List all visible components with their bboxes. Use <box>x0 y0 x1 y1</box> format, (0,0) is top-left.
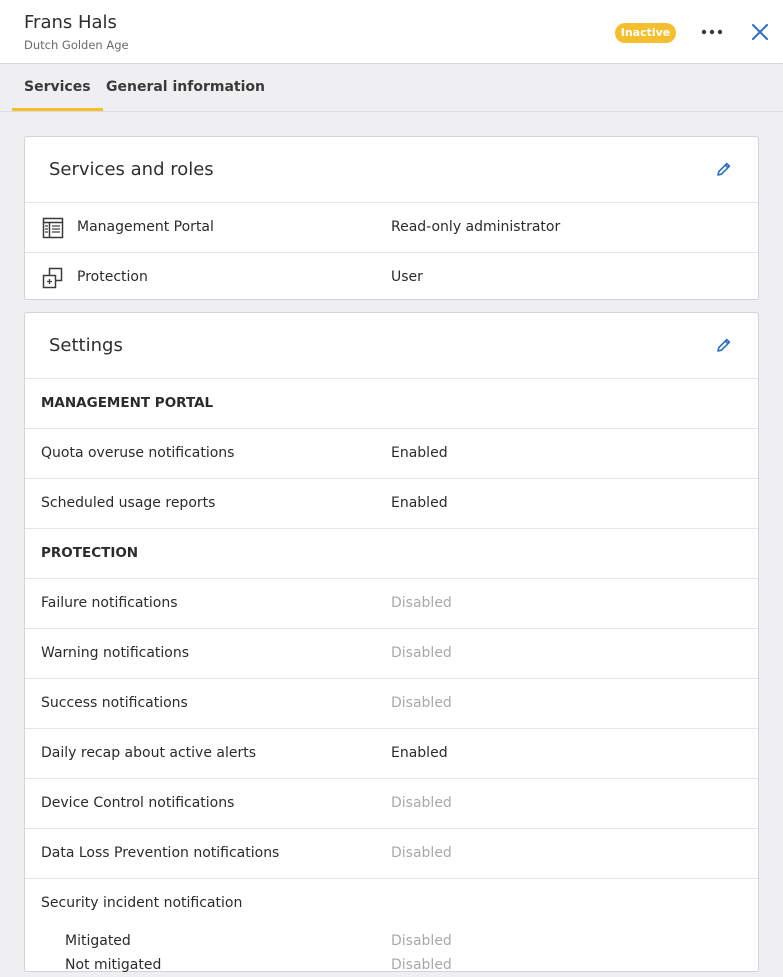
setting-label: Data Loss Prevention notifications <box>41 845 280 861</box>
card-title: Services and roles <box>49 159 214 180</box>
service-row-protection: Protection User <box>25 253 758 302</box>
setting-label: Scheduled usage reports <box>41 495 216 511</box>
tab-general-information[interactable]: General information <box>106 64 265 111</box>
user-name: Frans Hals <box>24 12 117 33</box>
setting-row: Scheduled usage reports Enabled <box>25 479 758 529</box>
setting-row: Data Loss Prevention notifications Disab… <box>25 829 758 879</box>
setting-value: Disabled <box>391 845 452 861</box>
setting-value: Enabled <box>391 495 448 511</box>
setting-label: Failure notifications <box>41 595 178 611</box>
management-portal-icon <box>42 217 64 239</box>
setting-label: Daily recap about active alerts <box>41 745 257 761</box>
setting-value: Disabled <box>391 933 452 949</box>
setting-row: Failure notifications Disabled <box>25 579 758 629</box>
pencil-icon[interactable] <box>716 337 732 353</box>
setting-label: Quota overuse notifications <box>41 445 235 461</box>
close-icon[interactable] <box>750 22 770 42</box>
user-subtitle: Dutch Golden Age <box>24 38 129 52</box>
status-badge: Inactive <box>615 23 676 43</box>
setting-value: Disabled <box>391 695 452 711</box>
setting-row: Device Control notifications Disabled <box>25 779 758 829</box>
setting-row: Quota overuse notifications Enabled <box>25 429 758 479</box>
tab-services[interactable]: Services <box>12 64 103 111</box>
services-and-roles-card: Services and roles Management Portal Rea… <box>24 136 759 300</box>
setting-label: Device Control notifications <box>41 795 235 811</box>
section-heading: MANAGEMENT PORTAL <box>41 395 214 411</box>
section-heading: PROTECTION <box>41 545 139 561</box>
card-header: Services and roles <box>25 137 758 203</box>
setting-row: Warning notifications Disabled <box>25 629 758 679</box>
protection-icon <box>42 267 64 289</box>
setting-label: Warning notifications <box>41 645 190 661</box>
security-incident-subrow: Mitigated Disabled <box>25 929 758 953</box>
setting-label: Security incident notification <box>41 895 243 911</box>
service-row-management-portal: Management Portal Read-only administrato… <box>25 203 758 253</box>
setting-value: Enabled <box>391 445 448 461</box>
section-heading-management-portal: MANAGEMENT PORTAL <box>25 379 758 429</box>
security-incident-subrow: Not mitigated Disabled <box>25 953 758 977</box>
setting-row: Daily recap about active alerts Enabled <box>25 729 758 779</box>
panel-header: Frans Hals Dutch Golden Age Inactive <box>0 0 783 64</box>
setting-sublabel: Not mitigated <box>65 957 162 973</box>
settings-card: Settings MANAGEMENT PORTAL Quota overuse… <box>24 312 759 973</box>
service-role: Read-only administrator <box>391 219 561 235</box>
card-title: Settings <box>49 335 123 356</box>
card-header: Settings <box>25 313 758 379</box>
setting-value: Disabled <box>391 645 452 661</box>
service-role: User <box>391 269 423 285</box>
setting-sublabel: Mitigated <box>65 933 131 949</box>
setting-value: Disabled <box>391 795 452 811</box>
section-heading-protection: PROTECTION <box>25 529 758 579</box>
security-incident-row: Security incident notification <box>25 879 758 929</box>
setting-label: Success notifications <box>41 695 188 711</box>
pencil-icon[interactable] <box>716 161 732 177</box>
service-label: Protection <box>77 269 148 285</box>
tab-bar: Services General information <box>0 64 783 112</box>
setting-row: Success notifications Disabled <box>25 679 758 729</box>
service-label: Management Portal <box>77 219 214 235</box>
more-horizontal-icon[interactable] <box>700 23 724 41</box>
setting-value: Disabled <box>391 595 452 611</box>
setting-value: Disabled <box>391 957 452 973</box>
setting-value: Enabled <box>391 745 448 761</box>
